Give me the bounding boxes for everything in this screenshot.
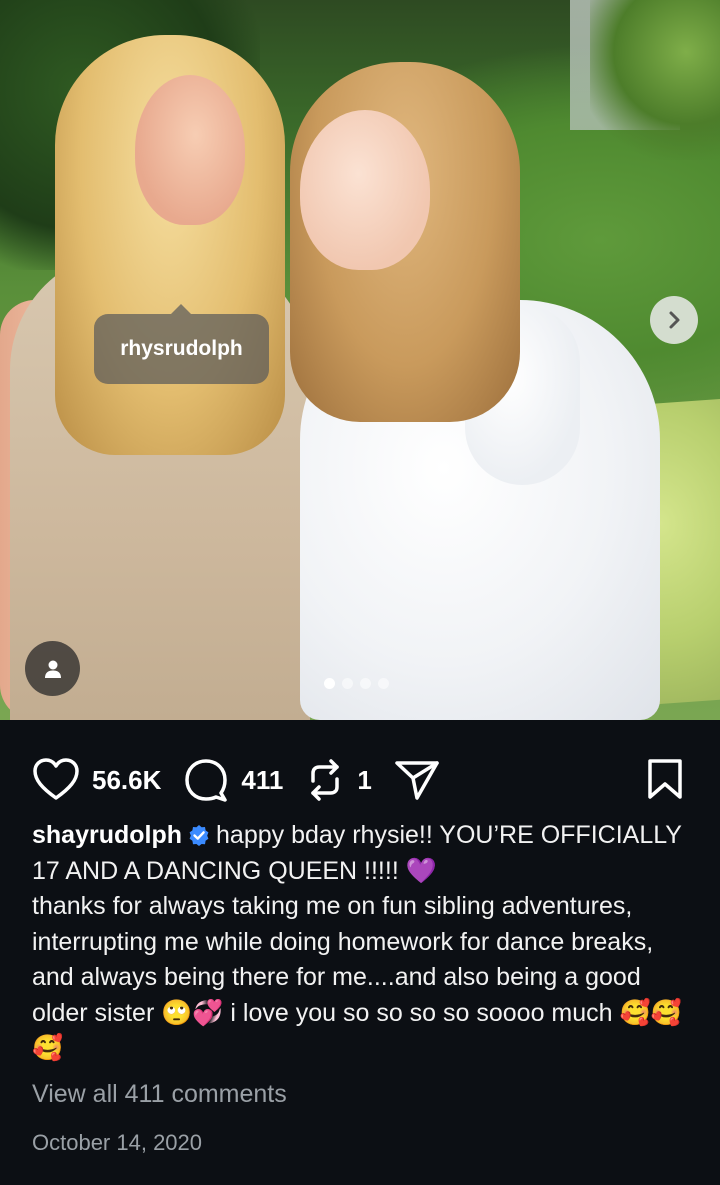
- carousel-next-button[interactable]: [650, 296, 698, 344]
- verified-badge-icon: [189, 825, 209, 846]
- chevron-right-icon: [669, 311, 680, 329]
- comment-button[interactable]: 411: [183, 757, 283, 803]
- post-caption: shayrudolph happy bday rhysie!! YOU’RE O…: [32, 818, 682, 1067]
- post-action-bar: 56.6K 411 1: [32, 756, 688, 804]
- speech-bubble-icon: [185, 759, 228, 802]
- paper-plane-icon: [395, 761, 439, 800]
- tag-toggle-button[interactable]: [25, 641, 80, 696]
- caption-username[interactable]: shayrudolph: [32, 821, 182, 849]
- comment-count: 411: [241, 764, 284, 795]
- person-icon: [44, 660, 61, 678]
- photo-foliage-right: [590, 0, 720, 160]
- photo-person-right-face: [300, 110, 430, 270]
- save-button[interactable]: [646, 758, 684, 805]
- post-photo[interactable]: rhysrudolph: [0, 0, 720, 720]
- carousel-dot: [324, 678, 335, 689]
- photo-person-left-face: [135, 75, 245, 225]
- user-tag-bubble[interactable]: rhysrudolph: [94, 304, 269, 384]
- caption-text-line2: thanks for always taking me on fun sibli…: [32, 892, 682, 1062]
- heart-outline-icon: [33, 758, 79, 800]
- bookmark-icon: [648, 759, 682, 799]
- carousel-dot: [360, 678, 371, 689]
- tagged-username: rhysrudolph: [120, 337, 243, 360]
- share-button[interactable]: [394, 758, 440, 802]
- carousel-dot: [378, 678, 389, 689]
- carousel-indicator: [324, 678, 389, 689]
- post-date: October 14, 2020: [32, 1130, 203, 1155]
- repost-count: 1: [357, 764, 372, 795]
- repost-arrows-icon: [311, 759, 340, 801]
- repost-button[interactable]: 1: [305, 757, 372, 803]
- carousel-dot: [342, 678, 353, 689]
- view-all-comments-link[interactable]: View all 411 comments: [32, 1080, 287, 1109]
- like-button[interactable]: 56.6K: [32, 758, 161, 802]
- like-count: 56.6K: [92, 764, 162, 795]
